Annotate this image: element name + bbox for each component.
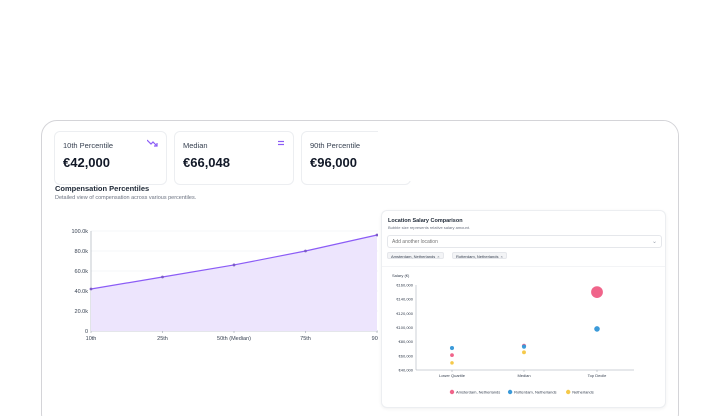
legend-marker xyxy=(449,389,455,395)
bubble-point xyxy=(449,345,455,351)
chevron-down-icon[interactable]: ⌄ xyxy=(652,238,657,245)
area-fill xyxy=(91,235,377,331)
stat-card-label: 10th Percentile xyxy=(63,141,114,150)
stat-card-label: Median xyxy=(183,141,208,150)
x-tick-label: 50th (Median) xyxy=(217,336,251,342)
y-tick-label: €140,000 xyxy=(396,297,413,302)
chip-label: Rotterdam, Netherlands xyxy=(456,254,499,259)
y-tick-label: 20.0k xyxy=(75,309,89,315)
panel-subtitle: Bubble size represents relative salary a… xyxy=(388,225,471,230)
x-tick-label: Top Decile xyxy=(588,373,607,378)
x-tick-label: 90th xyxy=(372,336,378,342)
location-comparison-panel: Location Salary Comparison Bubble size r… xyxy=(381,210,666,408)
location-bubble-chart: Salary (€) €40,000 €60,000 €80,000 €100,000 €… xyxy=(392,273,634,395)
data-point xyxy=(304,249,307,253)
location-search-input[interactable] xyxy=(392,239,642,245)
y-tick-label: 60.0k xyxy=(75,269,89,275)
stat-card-p10: 10th Percentile €42,000 xyxy=(54,131,167,185)
bubble-point xyxy=(450,361,454,365)
location-chip[interactable]: Rotterdam, Netherlands × xyxy=(452,252,507,259)
y-tick-label: 40.0k xyxy=(75,289,89,295)
data-point xyxy=(232,263,236,267)
dashboard-frame: 10th Percentile €42,000 Median €66,048 9… xyxy=(41,120,679,416)
y-tick-label: 80.0k xyxy=(75,249,89,255)
equals-icon xyxy=(277,139,285,150)
legend-label: Amsterdam, Netherlands xyxy=(456,390,500,395)
legend-label: Netherlands xyxy=(572,390,594,395)
stat-card-value: €42,000 xyxy=(63,155,110,170)
x-tick-label: 75th xyxy=(300,336,311,342)
panel-title: Location Salary Comparison xyxy=(388,218,463,224)
x-tick-label: 25th xyxy=(157,336,168,342)
blank-overlay xyxy=(378,121,678,181)
section-title: Compensation Percentiles xyxy=(55,184,150,193)
legend-label: Rotterdam, Netherlands xyxy=(514,390,556,395)
y-tick-label: €40,000 xyxy=(399,368,414,373)
y-axis-label: Salary (€) xyxy=(392,273,410,278)
close-icon[interactable]: × xyxy=(437,254,439,259)
x-tick-label: Median xyxy=(517,373,530,378)
stat-card-value: €96,000 xyxy=(310,155,357,170)
y-tick-label: €120,000 xyxy=(396,311,413,316)
x-tick-label: Lower Quartile xyxy=(439,373,466,378)
stat-card-median: Median €66,048 xyxy=(174,131,294,185)
bubble-point xyxy=(521,344,527,349)
bubble-point xyxy=(450,353,454,358)
stat-card-value: €66,048 xyxy=(183,155,230,170)
y-tick-label: €60,000 xyxy=(399,353,414,358)
x-tick-label: 10th xyxy=(86,336,97,342)
percentile-area-chart: 0 20.0k 40.0k 60.0k 80.0k 100.0k 10th 25th 50th … xyxy=(71,229,378,342)
y-tick-label: €100,000 xyxy=(396,325,413,330)
y-tick-label: 100.0k xyxy=(71,229,88,235)
trending-down-icon xyxy=(146,139,158,150)
y-tick-label: €160,000 xyxy=(396,283,413,288)
legend-marker xyxy=(566,389,571,395)
y-tick-label: 0 xyxy=(85,329,88,335)
section-subtitle: Detailed view of compensation across var… xyxy=(55,195,197,201)
location-select[interactable]: ⌄ xyxy=(387,235,662,248)
data-point xyxy=(161,275,164,279)
chip-label: Amsterdam, Netherlands xyxy=(391,254,436,259)
location-chip[interactable]: Amsterdam, Netherlands × xyxy=(387,252,444,259)
bubble-point xyxy=(594,326,600,332)
y-tick-label: €80,000 xyxy=(399,339,414,344)
bubble-point xyxy=(591,286,603,298)
data-point xyxy=(89,287,93,291)
bubble-point xyxy=(522,350,526,355)
close-icon[interactable]: × xyxy=(500,254,502,259)
stat-card-label: 90th Percentile xyxy=(310,141,361,150)
legend-marker xyxy=(507,389,513,395)
